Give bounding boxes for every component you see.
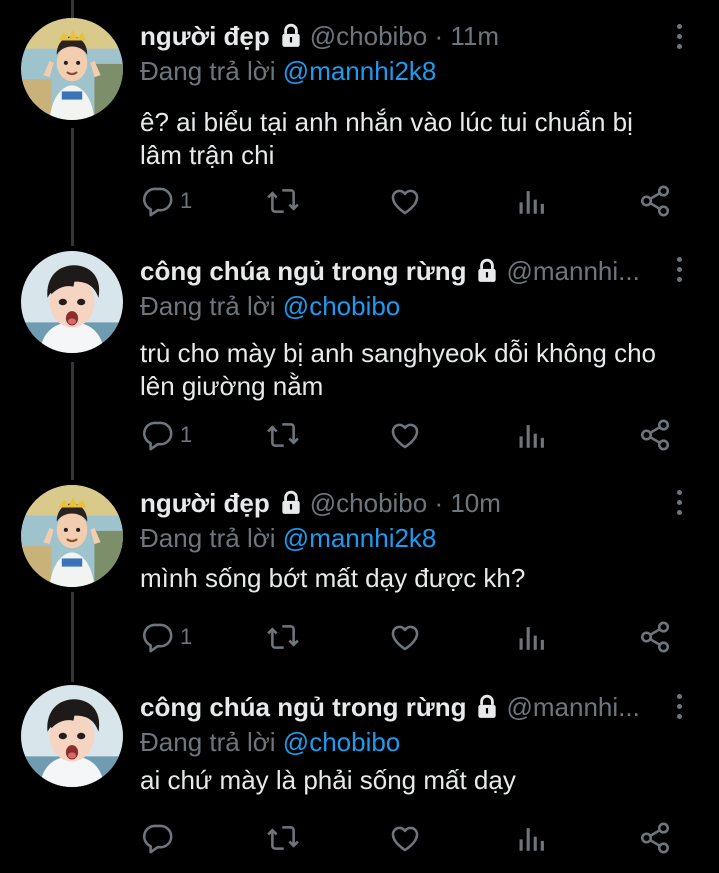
more-icon[interactable] bbox=[669, 688, 689, 724]
reply-button[interactable]: 1 bbox=[140, 181, 192, 221]
user-handle[interactable]: @chobibo bbox=[310, 19, 427, 53]
reply-icon bbox=[140, 620, 174, 654]
share-icon bbox=[638, 184, 672, 218]
more-icon[interactable] bbox=[669, 251, 689, 287]
mention-link[interactable]: @chobibo bbox=[283, 727, 400, 757]
lock-icon bbox=[278, 490, 304, 516]
retweet-button[interactable] bbox=[266, 818, 300, 858]
replying-prefix: Đang trả lời bbox=[140, 727, 276, 757]
tweet-text: ai chứ mày là phải sống mất dạy bbox=[140, 765, 516, 795]
tweet[interactable]: người đẹp @chobibo · 11m Đang trả lời @m… bbox=[0, 0, 719, 240]
display-name[interactable]: công chúa ngủ trong rừng bbox=[140, 690, 466, 724]
retweet-button[interactable] bbox=[266, 181, 300, 221]
views-icon bbox=[514, 184, 548, 218]
avatar[interactable] bbox=[21, 251, 123, 353]
retweet-icon bbox=[266, 184, 300, 218]
reply-button[interactable]: 1 bbox=[140, 617, 192, 657]
share-button[interactable] bbox=[638, 617, 672, 657]
display-name[interactable]: công chúa ngủ trong rừng bbox=[140, 254, 466, 288]
replying-to: Đang trả lời @mannhi2k8 bbox=[140, 54, 663, 88]
lock-icon bbox=[278, 23, 304, 49]
more-icon[interactable] bbox=[669, 484, 689, 520]
timestamp[interactable]: 10m bbox=[450, 486, 501, 520]
avatar[interactable] bbox=[21, 485, 123, 587]
views-button[interactable] bbox=[514, 617, 548, 657]
reply-icon bbox=[140, 821, 174, 855]
share-icon bbox=[638, 418, 672, 452]
mention-link[interactable]: @mannhi2k8 bbox=[283, 523, 437, 553]
like-button[interactable] bbox=[388, 415, 422, 455]
display-name[interactable]: người đẹp bbox=[140, 486, 270, 520]
like-button[interactable] bbox=[388, 617, 422, 657]
lock-icon bbox=[474, 694, 500, 720]
replying-prefix: Đang trả lời bbox=[140, 523, 276, 553]
share-button[interactable] bbox=[638, 181, 672, 221]
replying-prefix: Đang trả lời bbox=[140, 291, 276, 321]
views-icon bbox=[514, 418, 548, 452]
separator: · bbox=[427, 488, 451, 518]
user-handle[interactable]: @mannhi... bbox=[506, 690, 639, 724]
retweet-icon bbox=[266, 821, 300, 855]
replying-to: Đang trả lời @chobibo bbox=[140, 289, 663, 323]
timestamp[interactable]: 11m bbox=[450, 19, 499, 53]
display-name[interactable]: người đẹp bbox=[140, 19, 270, 53]
avatar[interactable] bbox=[21, 18, 123, 120]
like-icon bbox=[388, 184, 422, 218]
tweet-text: ê? ai biểu tại anh nhắn vào lúc tui chuẩ… bbox=[140, 107, 633, 170]
views-button[interactable] bbox=[514, 818, 548, 858]
retweet-icon bbox=[266, 418, 300, 452]
like-button[interactable] bbox=[388, 181, 422, 221]
replying-to: Đang trả lời @chobibo bbox=[140, 725, 663, 759]
like-icon bbox=[388, 821, 422, 855]
share-button[interactable] bbox=[638, 415, 672, 455]
like-icon bbox=[388, 620, 422, 654]
views-icon bbox=[514, 620, 548, 654]
share-button[interactable] bbox=[638, 818, 672, 858]
reply-count: 1 bbox=[180, 422, 193, 447]
reply-button[interactable]: 1 bbox=[140, 415, 192, 455]
reply-button[interactable] bbox=[140, 818, 180, 858]
more-icon[interactable] bbox=[669, 18, 689, 54]
like-icon bbox=[388, 418, 422, 452]
retweet-button[interactable] bbox=[266, 617, 300, 657]
tweet-text: mình sống bớt mất dạy được kh? bbox=[140, 563, 526, 593]
views-icon bbox=[514, 821, 548, 855]
lock-icon bbox=[474, 258, 500, 284]
share-icon bbox=[638, 620, 672, 654]
replying-to: Đang trả lời @mannhi2k8 bbox=[140, 521, 663, 555]
share-icon bbox=[638, 821, 672, 855]
user-handle[interactable]: @chobibo bbox=[310, 486, 427, 520]
reply-count: 1 bbox=[180, 624, 193, 649]
mention-link[interactable]: @chobibo bbox=[283, 291, 400, 321]
tweet[interactable]: công chúa ngủ trong rừng @mannhi... Đang… bbox=[0, 685, 719, 873]
reply-icon bbox=[140, 184, 174, 218]
retweet-button[interactable] bbox=[266, 415, 300, 455]
avatar[interactable] bbox=[21, 685, 123, 787]
views-button[interactable] bbox=[514, 181, 548, 221]
retweet-icon bbox=[266, 620, 300, 654]
reply-icon bbox=[140, 418, 174, 452]
tweet[interactable]: người đẹp @chobibo · 10m Đang trả lời @m… bbox=[0, 475, 719, 685]
user-handle[interactable]: @mannhi... bbox=[506, 254, 639, 288]
tweet[interactable]: công chúa ngủ trong rừng @mannhi... Đang… bbox=[0, 240, 719, 475]
views-button[interactable] bbox=[514, 415, 548, 455]
reply-count: 1 bbox=[180, 188, 193, 213]
tweet-text: trù cho mày bị anh sanghyeok dỗi không c… bbox=[140, 338, 657, 401]
mention-link[interactable]: @mannhi2k8 bbox=[283, 56, 437, 86]
like-button[interactable] bbox=[388, 818, 422, 858]
replying-prefix: Đang trả lời bbox=[140, 56, 276, 86]
separator: · bbox=[427, 21, 451, 51]
